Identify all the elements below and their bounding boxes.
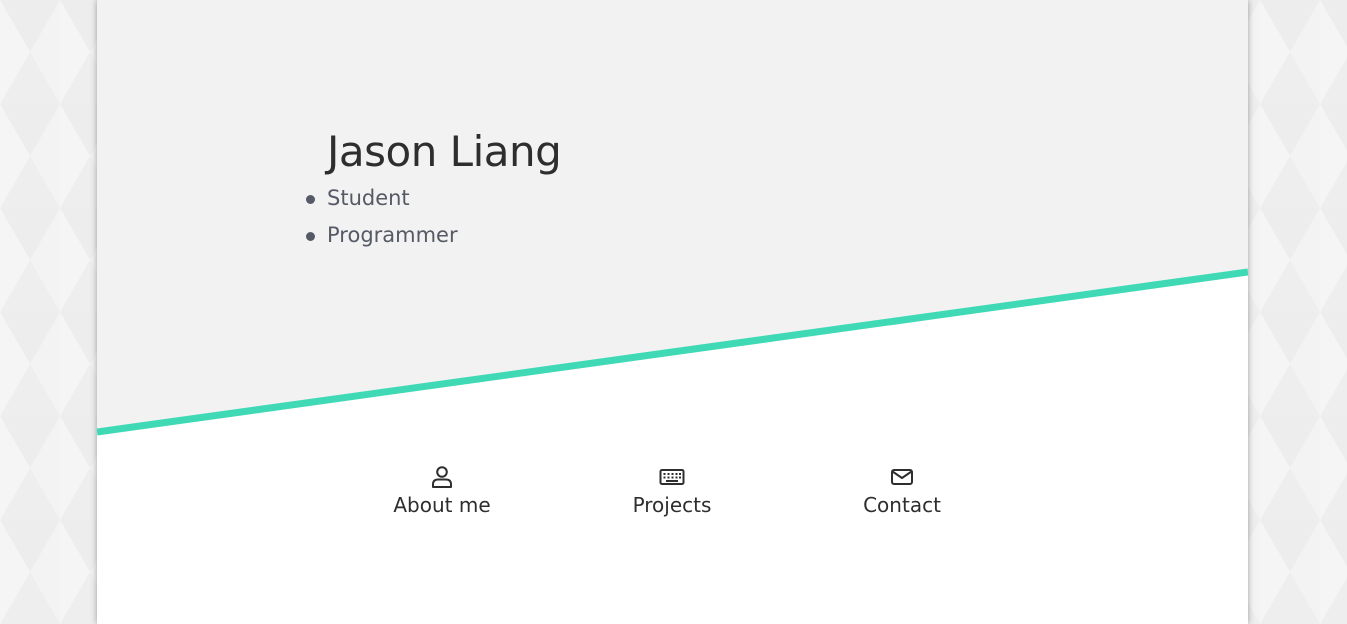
role-label: Programmer — [327, 223, 458, 247]
roles-list: Student Programmer — [306, 180, 561, 254]
nav-about-me[interactable]: About me — [367, 464, 517, 518]
envelope-icon — [891, 469, 913, 485]
nav-projects[interactable]: Projects — [597, 464, 747, 518]
bullet-icon — [306, 195, 315, 204]
keyboard-icon — [659, 469, 685, 485]
list-item: Student — [306, 180, 561, 217]
main-card: Jason Liang Student Programmer About me — [97, 0, 1248, 624]
page-title: Jason Liang — [327, 127, 562, 176]
bullet-icon — [306, 232, 315, 241]
user-icon — [432, 466, 452, 488]
hero-background — [97, 0, 1248, 436]
list-item: Programmer — [306, 217, 561, 254]
hero-section: Jason Liang Student Programmer — [306, 124, 562, 254]
role-label: Student — [327, 186, 410, 210]
nav-label: About me — [393, 493, 491, 517]
nav-label: Projects — [632, 493, 712, 517]
nav-contact[interactable]: Contact — [827, 464, 977, 518]
nav-label: Contact — [863, 493, 941, 517]
